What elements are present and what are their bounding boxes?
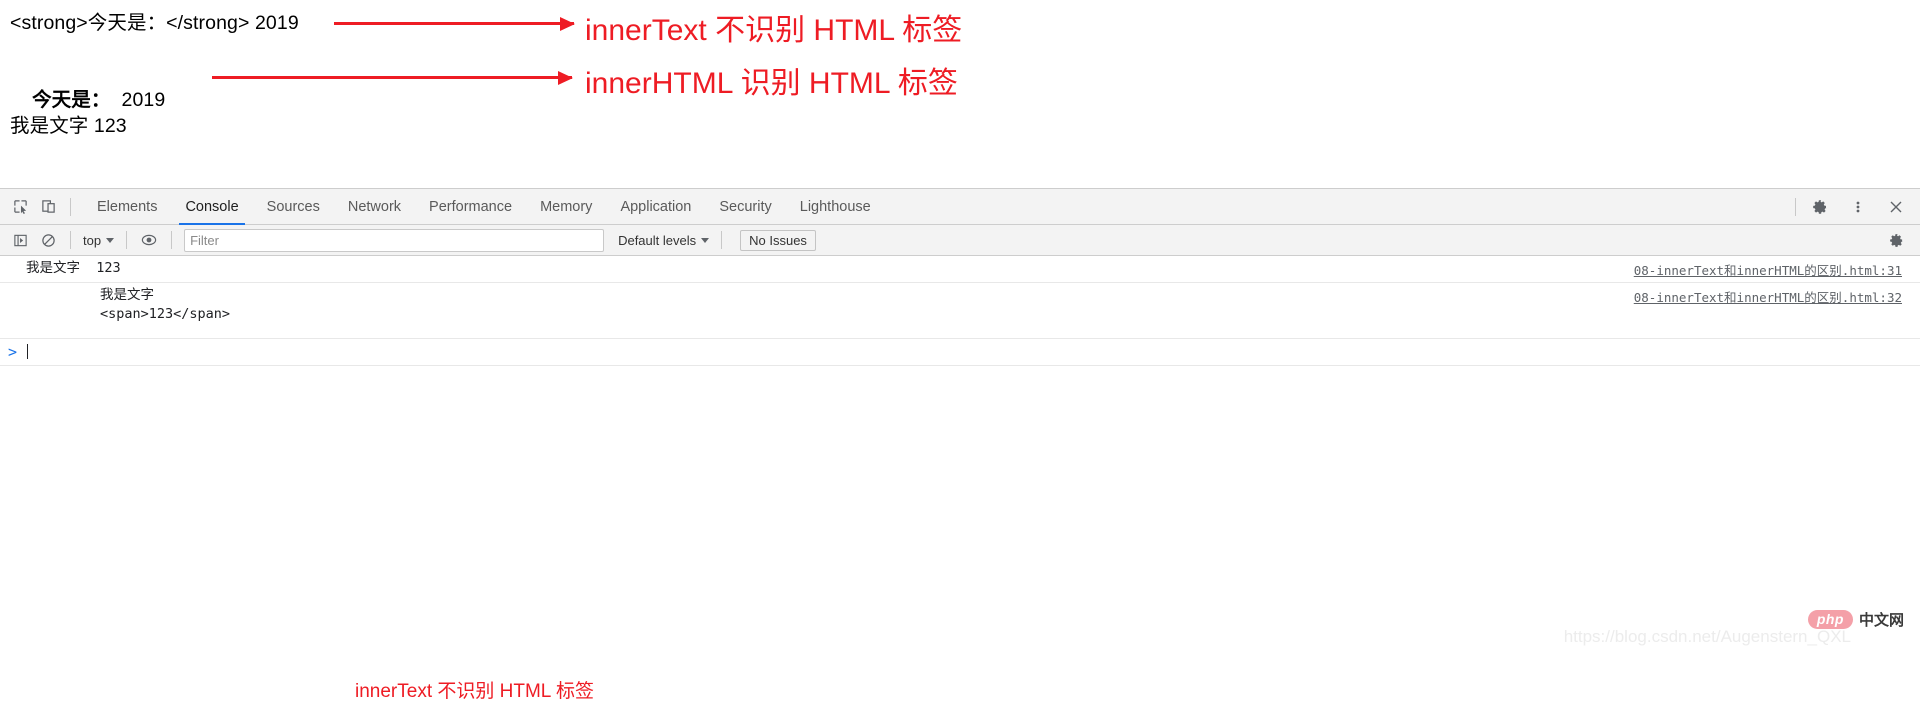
devtools-tabbar: Elements Console Sources Network Perform… [0, 189, 1920, 225]
log-levels-value: Default levels [618, 232, 697, 248]
csdn-watermark: https://blog.csdn.net/Augenstern_QXL [1563, 627, 1851, 646]
console-log-source-link[interactable]: 08-innerText和innerHTML的区别.html:32 [1634, 287, 1902, 306]
php-watermark: php 中文网 [1807, 609, 1904, 630]
annotation-label-innerhtml: innerHTML 识别 HTML 标签 [585, 67, 958, 100]
console-context-value: top [83, 232, 102, 248]
tab-application[interactable]: Application [606, 189, 705, 225]
device-toolbar-icon[interactable] [34, 193, 62, 221]
page-text-third-line: 我是文字 123 [10, 115, 127, 137]
console-log-row[interactable]: 我是文字 <span>123</span> 08-innerText和inner… [0, 283, 1920, 339]
console-settings-actions [1882, 225, 1910, 256]
annotation-label-innertext: innerText 不识别 HTML 标签 [585, 14, 963, 47]
rendered-page-area: <strong>今天是：</strong> 2019 今天是： 2019 我是文… [0, 0, 1920, 188]
gear-icon[interactable] [1806, 193, 1834, 221]
page-text-innertext-result: <strong>今天是：</strong> 2019 [10, 12, 299, 34]
console-log-message: 我是文字 <span>123</span> [100, 286, 231, 323]
console-log-area[interactable]: 我是文字 123 08-innerText和innerHTML的区别.html:… [0, 256, 1920, 702]
console-prompt-row[interactable]: > [0, 339, 1920, 366]
execute-sidebar-icon[interactable] [6, 226, 34, 254]
devtools-panel: Elements Console Sources Network Perform… [0, 188, 1920, 702]
tab-console[interactable]: Console [171, 189, 252, 225]
console-toolbar-divider-4 [721, 231, 723, 249]
tab-network[interactable]: Network [334, 189, 415, 225]
console-context-selector[interactable]: top [79, 233, 118, 248]
annotation-arrow-innerhtml [212, 70, 573, 85]
toolbar-divider [70, 197, 71, 216]
devtools-tabbar-actions [1791, 189, 1920, 225]
php-watermark-label: 中文网 [1858, 612, 1904, 629]
live-expression-icon[interactable] [135, 226, 163, 254]
page-text-bold-segment: 今天是： [32, 89, 111, 111]
console-toolbar: top Default levels No Issues [0, 225, 1920, 256]
inspect-element-icon[interactable] [6, 193, 34, 221]
console-log-source-link[interactable]: 08-innerText和innerHTML的区别.html:31 [1634, 260, 1902, 279]
console-text-cursor [27, 344, 29, 360]
chevron-down-icon [701, 237, 710, 243]
toolbar-divider-right [1795, 198, 1796, 216]
tab-sources[interactable]: Sources [253, 189, 334, 225]
issues-button[interactable]: No Issues [740, 229, 816, 251]
console-log-message: 我是文字 123 [26, 260, 121, 276]
page-text-plain-segment: 2019 [110, 89, 166, 111]
log-levels-selector[interactable]: Default levels [618, 232, 710, 248]
annotation-arrow-innertext [334, 16, 575, 31]
tab-memory[interactable]: Memory [526, 189, 606, 225]
filter-input[interactable] [184, 228, 605, 252]
tab-elements[interactable]: Elements [83, 189, 171, 225]
console-log-row[interactable]: 我是文字 123 08-innerText和innerHTML的区别.html:… [0, 256, 1920, 283]
tab-lighthouse[interactable]: Lighthouse [786, 189, 885, 225]
devtools-tab-list: Elements Console Sources Network Perform… [83, 189, 885, 225]
clear-console-icon[interactable] [34, 226, 62, 254]
console-prompt-caret-icon: > [8, 342, 18, 361]
close-icon[interactable] [1882, 193, 1910, 221]
chevron-down-icon [106, 237, 115, 243]
tab-security[interactable]: Security [705, 189, 785, 225]
console-toolbar-divider-1 [70, 231, 71, 249]
console-settings-gear-icon[interactable] [1882, 227, 1910, 255]
php-logo-badge: php [1807, 610, 1853, 629]
tab-performance[interactable]: Performance [415, 189, 526, 225]
annotation-label-console-note: innerText 不识别 HTML 标签 [355, 681, 594, 702]
more-vertical-icon[interactable] [1844, 193, 1872, 221]
console-toolbar-divider-3 [171, 231, 173, 249]
console-toolbar-divider-2 [126, 231, 128, 249]
